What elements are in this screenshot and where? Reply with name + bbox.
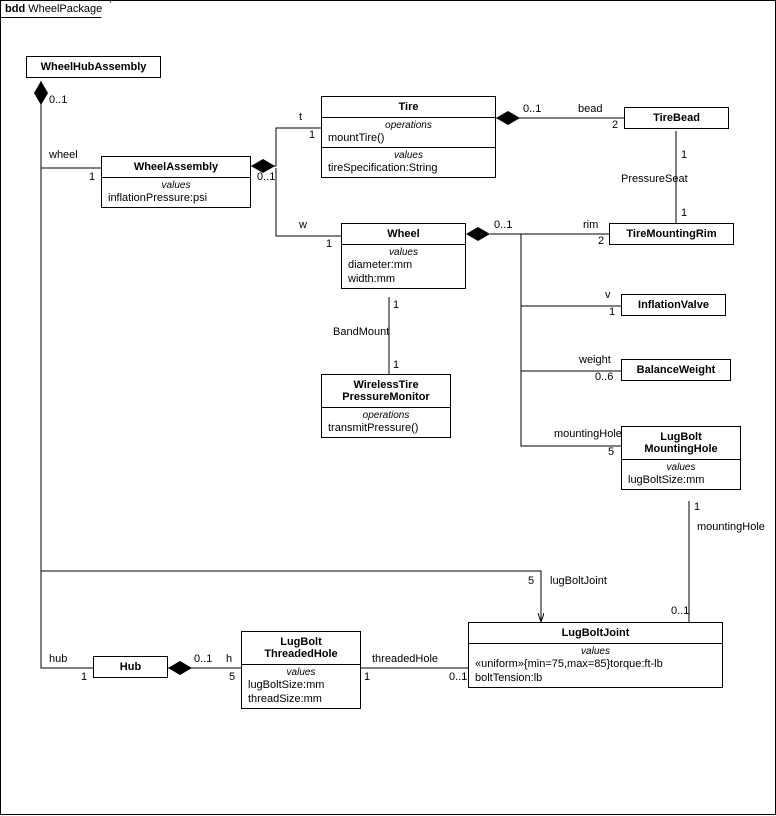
block-wheel[interactable]: Wheel values diameter:mm width:mm — [341, 223, 466, 289]
block-lugbolt-threaded-hole[interactable]: LugBolt ThreadedHole values lugBoltSize:… — [241, 631, 361, 709]
block-wheel-assembly[interactable]: WheelAssembly values inflationPressure:p… — [101, 156, 251, 208]
mult-label: 0..1 — [49, 94, 67, 106]
block-title: WirelessTire PressureMonitor — [322, 375, 450, 408]
block-title: WheelHubAssembly — [27, 57, 160, 77]
value-row: lugBoltSize:mm — [628, 473, 734, 487]
section-caption: operations — [328, 410, 444, 421]
role-label: t — [299, 111, 302, 123]
role-label: bead — [578, 103, 602, 115]
block-title: InflationValve — [622, 295, 725, 315]
role-label: mountingHole — [554, 428, 622, 440]
block-title: Wheel — [342, 224, 465, 245]
block-tire-bead[interactable]: TireBead — [624, 107, 729, 129]
mult-label: 1 — [89, 171, 95, 183]
value-row: lugBoltSize:mm — [248, 678, 354, 692]
section-caption: values — [628, 462, 734, 473]
frame-prefix: bdd — [5, 3, 25, 15]
block-title: WheelAssembly — [102, 157, 250, 178]
mult-label: 0..1 — [523, 103, 541, 115]
mult-label: 2 — [598, 235, 604, 247]
mult-label: 0..1 — [449, 671, 467, 683]
mult-label: 1 — [681, 207, 687, 219]
block-wheel-hub-assembly[interactable]: WheelHubAssembly — [26, 56, 161, 78]
role-label: h — [226, 653, 232, 665]
frame-name: WheelPackage — [28, 3, 102, 15]
assoc-label: BandMount — [333, 326, 389, 338]
mult-label: 1 — [364, 671, 370, 683]
role-label: mountingHole — [697, 521, 765, 533]
block-title: LugBolt MountingHole — [622, 427, 740, 460]
section-caption: values — [328, 150, 489, 161]
mult-label: 0..1 — [494, 219, 512, 231]
mult-label: 0..6 — [595, 371, 613, 383]
block-hub[interactable]: Hub — [93, 656, 168, 678]
block-title: Hub — [94, 657, 167, 677]
block-title: TireBead — [625, 108, 728, 128]
section-caption: operations — [328, 120, 489, 131]
mult-label: 5 — [608, 446, 614, 458]
block-lugbolt-mounting-hole[interactable]: LugBolt MountingHole values lugBoltSize:… — [621, 426, 741, 490]
value-row: boltTension:lb — [475, 671, 716, 685]
role-label: hub — [49, 653, 67, 665]
block-title: TireMountingRim — [610, 224, 733, 244]
value-row: threadSize:mm — [248, 692, 354, 706]
mult-label: 1 — [81, 671, 87, 683]
value-row: inflationPressure:psi — [108, 191, 244, 205]
mult-label: 1 — [326, 238, 332, 250]
section-caption: values — [248, 667, 354, 678]
assoc-label: PressureSeat — [621, 173, 688, 185]
mult-label: 1 — [694, 501, 700, 513]
value-row: width:mm — [348, 272, 459, 286]
block-title: Tire — [322, 97, 495, 118]
mult-label: 0..1 — [194, 653, 212, 665]
role-label: w — [299, 219, 307, 231]
block-tire[interactable]: Tire operations mountTire() values tireS… — [321, 96, 496, 178]
mult-label: 0..1 — [257, 171, 275, 183]
section-caption: values — [108, 180, 244, 191]
block-inflation-valve[interactable]: InflationValve — [621, 294, 726, 316]
role-label: v — [605, 289, 611, 301]
mult-label: 5 — [229, 671, 235, 683]
block-tire-mounting-rim[interactable]: TireMountingRim — [609, 223, 734, 245]
block-balance-weight[interactable]: BalanceWeight — [621, 359, 731, 381]
role-label: weight — [579, 354, 611, 366]
mult-label: 2 — [612, 119, 618, 131]
mult-label: 1 — [393, 299, 399, 311]
mult-label: 1 — [609, 306, 615, 318]
op-row: mountTire() — [328, 131, 489, 145]
section-caption: values — [348, 247, 459, 258]
role-label: lugBoltJoint — [550, 575, 607, 587]
block-title: LugBolt ThreadedHole — [242, 632, 360, 665]
block-title: LugBoltJoint — [469, 623, 722, 644]
value-row: diameter:mm — [348, 258, 459, 272]
value-row: tireSpecification:String — [328, 161, 489, 175]
mult-label: 5 — [528, 575, 534, 587]
section-caption: values — [475, 646, 716, 657]
role-label: threadedHole — [372, 653, 438, 665]
op-row: transmitPressure() — [328, 421, 444, 435]
role-label: wheel — [49, 149, 78, 161]
mult-label: 0..1 — [671, 605, 689, 617]
bdd-frame: bdd WheelPackage WheelHubAssembly WheelA… — [0, 0, 776, 815]
frame-label: bdd WheelPackage — [1, 1, 111, 18]
mult-label: 1 — [681, 149, 687, 161]
value-row: «uniform»{min=75,max=85}torque:ft-lb — [475, 657, 716, 671]
block-lugbolt-joint[interactable]: LugBoltJoint values «uniform»{min=75,max… — [468, 622, 723, 688]
mult-label: 1 — [393, 359, 399, 371]
mult-label: 1 — [309, 129, 315, 141]
block-wireless-monitor[interactable]: WirelessTire PressureMonitor operations … — [321, 374, 451, 438]
role-label: rim — [583, 219, 598, 231]
block-title: BalanceWeight — [622, 360, 730, 380]
